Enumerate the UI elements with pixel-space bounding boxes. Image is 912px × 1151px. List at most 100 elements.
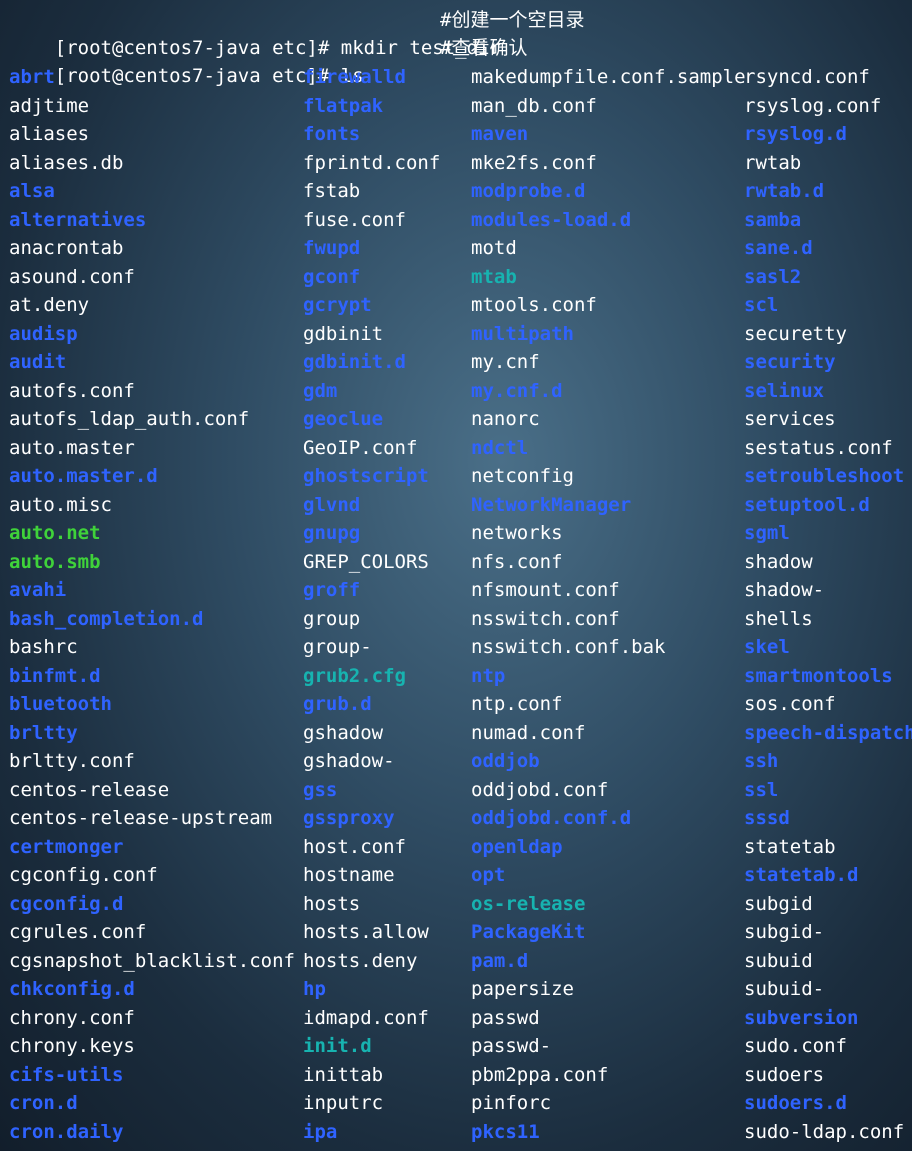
file-entry: chrony.keys [9, 1035, 135, 1057]
file-entry: bashrc [9, 636, 78, 658]
file-entry: networks [471, 522, 563, 544]
directory-entry: glvnd [303, 493, 361, 516]
directory-entry: gdm [303, 379, 338, 402]
file-entry: autofs_ldap_auth.conf [9, 408, 250, 430]
file-entry: statetab [744, 835, 836, 858]
directory-entry: modprobe.d [471, 180, 586, 202]
ls-output-column-4: rsyncd.conf rsyslog.conf rsyslog.d rwtab rwt… [744, 63, 912, 1146]
directory-entry: gssproxy [303, 807, 395, 829]
directory-entry: abrt [9, 66, 55, 88]
file-entry: hostname [303, 864, 395, 886]
file-entry: numad.conf [471, 721, 586, 744]
file-entry: hosts [303, 892, 361, 915]
file-entry: GREP_COLORS [303, 550, 429, 573]
directory-entry: cgconfig.d [9, 892, 124, 915]
directory-entry: sasl2 [744, 265, 802, 288]
file-entry: anacrontab [9, 237, 124, 259]
file-entry: ntp.conf [471, 693, 563, 715]
directory-entry: gnupg [303, 522, 361, 544]
directory-entry: rwtab.d [744, 180, 825, 202]
symlink-entry: grub2.cfg [303, 664, 406, 687]
directory-entry: cifs-utils [9, 1063, 124, 1086]
file-entry: fstab [303, 180, 361, 202]
file-entry: nsswitch.conf.bak [471, 636, 666, 658]
directory-entry: geoclue [303, 408, 384, 430]
file-entry: pbm2ppa.conf [471, 1063, 609, 1086]
directory-entry: oddjob [471, 750, 540, 772]
directory-entry: gconf [303, 265, 361, 288]
directory-entry: gss [303, 778, 338, 801]
file-entry: sudoers [744, 1063, 825, 1086]
directory-entry: chkconfig.d [9, 978, 135, 1000]
directory-entry: avahi [9, 579, 67, 601]
directory-entry: openldap [471, 835, 563, 858]
ls-output-column-2: firewalld flatpak fonts fprintd.conf fstab fu… [303, 63, 440, 1146]
file-entry: auto.master [9, 436, 135, 459]
directory-entry: NetworkManager [471, 493, 632, 516]
directory-entry: speech-dispatche [744, 721, 912, 744]
terminal-window[interactable]: [root@centos7-java etc]# mkdir test_dir … [0, 0, 912, 1151]
directory-entry: pam.d [471, 949, 529, 972]
file-entry: hosts.allow [303, 921, 429, 943]
directory-entry: cron.daily [9, 1120, 124, 1143]
directory-entry: flatpak [303, 94, 384, 117]
directory-entry: certmonger [9, 835, 124, 858]
file-entry: sudo.conf [744, 1035, 847, 1057]
file-entry: at.deny [9, 294, 90, 316]
directory-entry: sssd [744, 807, 790, 829]
file-entry: centos-release [9, 778, 170, 801]
file-entry: auto.misc [9, 493, 112, 516]
file-entry: aliases [9, 123, 90, 145]
directory-entry: fonts [303, 123, 361, 145]
file-entry: services [744, 408, 836, 430]
directory-entry: PackageKit [471, 921, 586, 943]
file-entry: makedumpfile.conf.sample [471, 66, 746, 88]
file-entry: gshadow- [303, 750, 395, 772]
directory-entry: bluetooth [9, 693, 112, 715]
file-entry: rsyslog.conf [744, 94, 882, 117]
file-entry: host.conf [303, 835, 406, 858]
file-entry: GeoIP.conf [303, 436, 418, 459]
directory-entry: sgml [744, 522, 790, 544]
symlink-entry: mtab [471, 265, 517, 288]
file-entry: aliases.db [9, 151, 124, 174]
file-entry: cgconfig.conf [9, 864, 158, 886]
file-entry: subuid [744, 949, 813, 972]
file-entry: mke2fs.conf [471, 151, 597, 174]
directory-entry: setroubleshoot [744, 465, 905, 487]
file-entry: my.cnf [471, 351, 540, 373]
file-entry: nfsmount.conf [471, 579, 620, 601]
directory-entry: firewalld [303, 66, 406, 88]
file-entry: netconfig [471, 465, 574, 487]
directory-entry: rsyslog.d [744, 123, 847, 145]
directory-entry: maven [471, 123, 529, 145]
file-entry: group- [303, 636, 372, 658]
file-entry: adjtime [9, 94, 90, 117]
file-entry: securetty [744, 322, 847, 345]
file-entry: nfs.conf [471, 550, 563, 573]
file-entry: man_db.conf [471, 94, 597, 117]
directory-entry: pkcs11 [471, 1120, 540, 1143]
directory-entry: security [744, 351, 836, 373]
file-entry: gdbinit [303, 322, 384, 345]
command-line-ls: [root@centos7-java etc]# ls #查看确认 [9, 34, 528, 87]
file-entry: nanorc [471, 408, 540, 430]
file-entry: rwtab [744, 151, 802, 174]
directory-entry: skel [744, 636, 790, 658]
file-entry: motd [471, 237, 517, 259]
file-entry: gshadow [303, 721, 384, 744]
directory-entry: oddjobd.conf.d [471, 807, 632, 829]
symlink-entry: init.d [303, 1035, 372, 1057]
directory-entry: ntp [471, 664, 506, 687]
directory-entry: statetab.d [744, 864, 859, 886]
directory-entry: ndctl [471, 436, 529, 459]
directory-entry: auto.master.d [9, 465, 158, 487]
directory-entry: opt [471, 864, 506, 886]
file-entry: inittab [303, 1063, 384, 1086]
directory-entry: multipath [471, 322, 574, 345]
directory-entry: samba [744, 208, 802, 231]
directory-entry: subversion [744, 1006, 859, 1029]
directory-entry: ghostscript [303, 465, 429, 487]
ls-output-column-3: makedumpfile.conf.sample man_db.confmaven… [471, 63, 746, 1146]
directory-entry: modules-load.d [471, 208, 632, 231]
